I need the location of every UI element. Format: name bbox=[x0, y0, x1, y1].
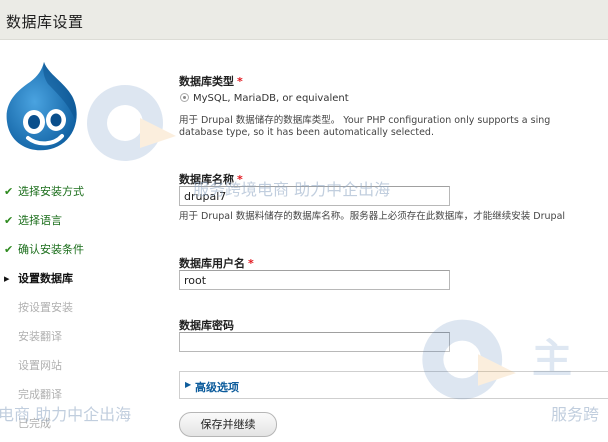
db-password-label: 数据库密码 bbox=[179, 319, 234, 332]
advanced-options-label: 高级选项 bbox=[195, 381, 239, 394]
db-type-option-label: MySQL, MariaDB, or equivalent bbox=[193, 93, 349, 104]
triangle-right-icon: ▶ bbox=[185, 380, 192, 389]
step-label: 选择语言 bbox=[18, 214, 62, 227]
step-label: 完成翻译 bbox=[18, 388, 62, 401]
step-label: 安装翻译 bbox=[18, 330, 62, 343]
step-label: 设置网站 bbox=[18, 359, 62, 372]
check-icon: ✔ bbox=[4, 185, 14, 198]
step-item: ✔ 选择语言 bbox=[4, 212, 62, 228]
check-icon: ✔ bbox=[4, 243, 14, 256]
step-item: 按设置安装 bbox=[4, 299, 73, 315]
db-user-label: 数据库用户名 * bbox=[179, 257, 254, 270]
db-type-description: 用于 Drupal 数据储存的数据库类型。 Your PHP configura… bbox=[179, 115, 551, 126]
step-label: 确认安装条件 bbox=[18, 243, 84, 256]
step-label: 按设置安装 bbox=[18, 301, 73, 314]
required-mark: * bbox=[237, 75, 243, 88]
required-mark: * bbox=[248, 257, 254, 270]
db-password-input[interactable] bbox=[179, 332, 450, 352]
db-type-label: 数据库类型 * bbox=[179, 75, 243, 88]
db-type-description-2: database type, so it has been automatica… bbox=[179, 127, 434, 138]
current-arrow-icon: ▸ bbox=[4, 272, 10, 285]
step-item: ✔ 选择安装方式 bbox=[4, 183, 84, 199]
db-name-label: 数据库名称 * bbox=[179, 173, 243, 186]
step-item: 安装翻译 bbox=[4, 328, 62, 344]
step-item: ✔ 确认安装条件 bbox=[4, 241, 84, 257]
check-icon: ✔ bbox=[4, 214, 14, 227]
drupal-logo bbox=[6, 62, 77, 151]
step-item: 设置网站 bbox=[4, 357, 62, 373]
step-label: 已完成 bbox=[18, 417, 51, 430]
db-type-option[interactable]: MySQL, MariaDB, or equivalent bbox=[180, 93, 349, 104]
db-name-input[interactable]: drupal7 bbox=[179, 186, 450, 206]
watermark-logo bbox=[87, 85, 176, 161]
step-item: 已完成 bbox=[4, 415, 51, 431]
database-settings-form: 数据库类型 * MySQL, MariaDB, or equivalent 用于 … bbox=[179, 0, 608, 442]
required-mark: * bbox=[237, 173, 243, 186]
db-user-input[interactable]: root bbox=[179, 270, 450, 290]
step-item: 完成翻译 bbox=[4, 386, 62, 402]
page-title: 数据库设置 bbox=[6, 13, 84, 31]
step-label: 选择安装方式 bbox=[18, 185, 84, 198]
step-item-current: ▸ 设置数据库 bbox=[4, 270, 73, 286]
radio-button[interactable] bbox=[180, 93, 189, 102]
step-label: 设置数据库 bbox=[18, 272, 73, 285]
advanced-options-toggle[interactable]: ▶ 高级选项 bbox=[179, 371, 608, 399]
db-name-description: 用于 Drupal 数据料储存的数据库名称。服务器上必须存在此数据库，才能继续安… bbox=[179, 211, 566, 222]
save-and-continue-button[interactable]: 保存并继续 bbox=[179, 412, 277, 437]
